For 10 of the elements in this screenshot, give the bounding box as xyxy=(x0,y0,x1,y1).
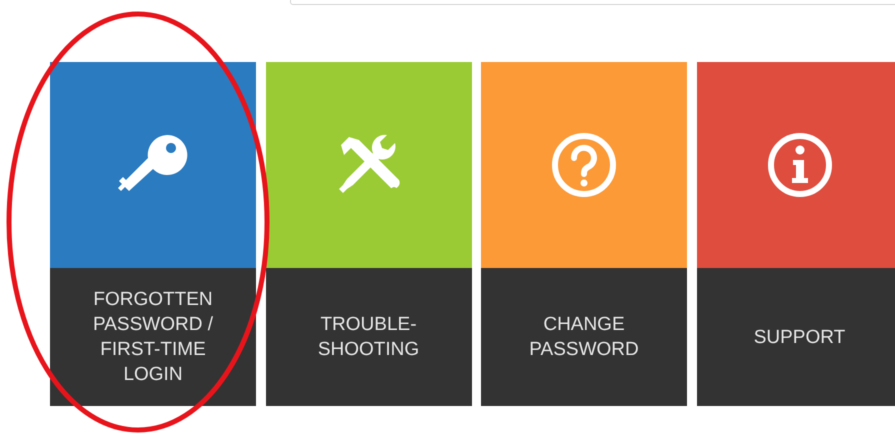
menu-tile[interactable]: FORGOTTEN PASSWORD / FIRST-TIME LOGIN xyxy=(50,62,256,406)
menu-tile[interactable]: SUPPORT xyxy=(696,62,895,406)
question-icon xyxy=(550,131,618,199)
tile-label: FORGOTTEN PASSWORD / FIRST-TIME LOGIN xyxy=(92,288,214,387)
tile-label: SUPPORT xyxy=(754,326,846,350)
tile-label: CHANGE PASSWORD xyxy=(528,313,640,362)
info-icon xyxy=(766,131,834,199)
menu-tile[interactable]: TROUBLE-SHOOTING xyxy=(266,62,472,406)
menu-tile[interactable]: CHANGE PASSWORD xyxy=(481,62,687,406)
tile-label: TROUBLE-SHOOTING xyxy=(316,313,420,362)
